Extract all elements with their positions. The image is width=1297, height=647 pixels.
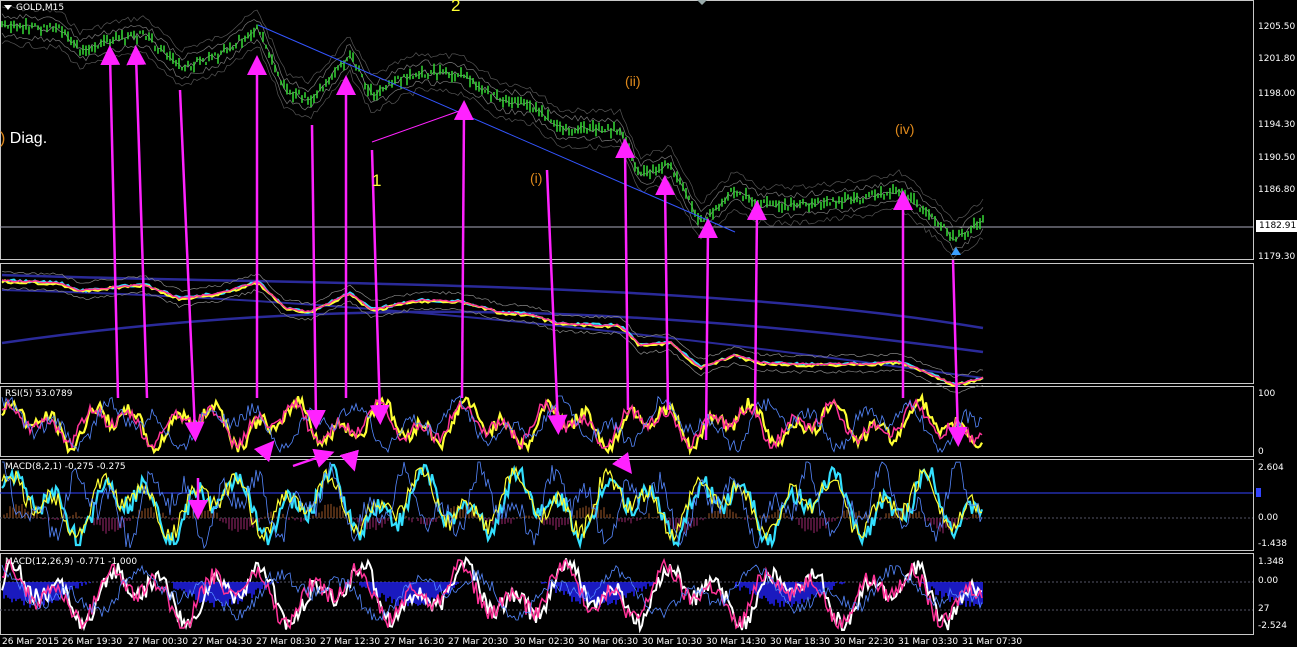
macd2-tick: 27 bbox=[1258, 604, 1270, 614]
price-tick: 1190.50 bbox=[1258, 153, 1296, 163]
wave-label-ii: (ii) bbox=[625, 73, 641, 89]
current-price-tag: 1182.91 bbox=[1256, 220, 1297, 232]
macd2-label: MACD(12,26,9) -0.771 -1.000 bbox=[5, 557, 138, 567]
main-price-series bbox=[1, 4, 984, 260]
price-tick: 1194.30 bbox=[1258, 120, 1296, 130]
macd2-tick: -2.524 bbox=[1258, 621, 1288, 631]
macd1-tick: 2.604 bbox=[1258, 463, 1284, 473]
envelope-band bbox=[1, 13, 984, 229]
rsi-tick: 0 bbox=[1258, 447, 1264, 457]
price-tick: 1179.30 bbox=[1258, 252, 1296, 262]
symbol-menu-icon[interactable] bbox=[4, 5, 12, 10]
price-tick: 1205.50 bbox=[1258, 22, 1296, 32]
annotation-arrow bbox=[305, 124, 326, 430]
envelope-band bbox=[1, 40, 984, 260]
rsi-signal-line bbox=[1, 397, 983, 450]
annotation-arrow bbox=[453, 100, 474, 399]
macd1-tick: 0.00 bbox=[1258, 513, 1279, 523]
macd1-level-marker bbox=[1256, 488, 1261, 497]
chart-shift-marker[interactable] bbox=[697, 0, 707, 5]
trendline-wave bbox=[371, 109, 463, 143]
price-tick: 1201.80 bbox=[1258, 54, 1296, 64]
rsi-tick: 100 bbox=[1258, 389, 1276, 399]
wave-label-2: 2 bbox=[451, 0, 461, 15]
chart-canvas[interactable] bbox=[0, 0, 1297, 646]
annotation-arrow bbox=[612, 452, 632, 474]
macd1-line bbox=[1, 463, 984, 550]
diag-label: ) Diag. bbox=[0, 130, 48, 147]
macd2-tick: 0.00 bbox=[1258, 576, 1279, 586]
macd1-tick: -1.438 bbox=[1258, 539, 1288, 549]
wave-label-1: 1 bbox=[372, 171, 382, 190]
macd2-series bbox=[1, 555, 983, 634]
trendline-down bbox=[257, 24, 736, 233]
symbol-label: GOLD,M15 bbox=[16, 3, 65, 13]
ma-band bbox=[1, 287, 984, 394]
annotation-arrow bbox=[178, 89, 205, 442]
annotation-arrow bbox=[746, 200, 767, 411]
macd2-tick: 1.348 bbox=[1258, 557, 1284, 567]
annotation-arrow bbox=[615, 138, 636, 411]
envelope-band bbox=[1, 32, 984, 251]
wave-label-i: (i) bbox=[530, 170, 543, 186]
buy-arrow-icon bbox=[951, 247, 961, 255]
annotation-arrow bbox=[655, 175, 676, 411]
macd1-series bbox=[1, 461, 984, 550]
moving-average-pane-series bbox=[1, 270, 984, 394]
rsi-label: RSI(5) 53.0789 bbox=[5, 389, 73, 399]
price-tick: 1198.00 bbox=[1258, 89, 1296, 99]
rsi-series bbox=[1, 392, 983, 456]
annotation-arrow bbox=[253, 440, 275, 463]
wave-label-iv: (iv) bbox=[895, 121, 915, 137]
macd1-label: MACD(8,2,1) -0.275 -0.275 bbox=[5, 462, 126, 472]
macd2-signal-line bbox=[1, 557, 983, 631]
price-tick: 1186.80 bbox=[1258, 185, 1296, 195]
